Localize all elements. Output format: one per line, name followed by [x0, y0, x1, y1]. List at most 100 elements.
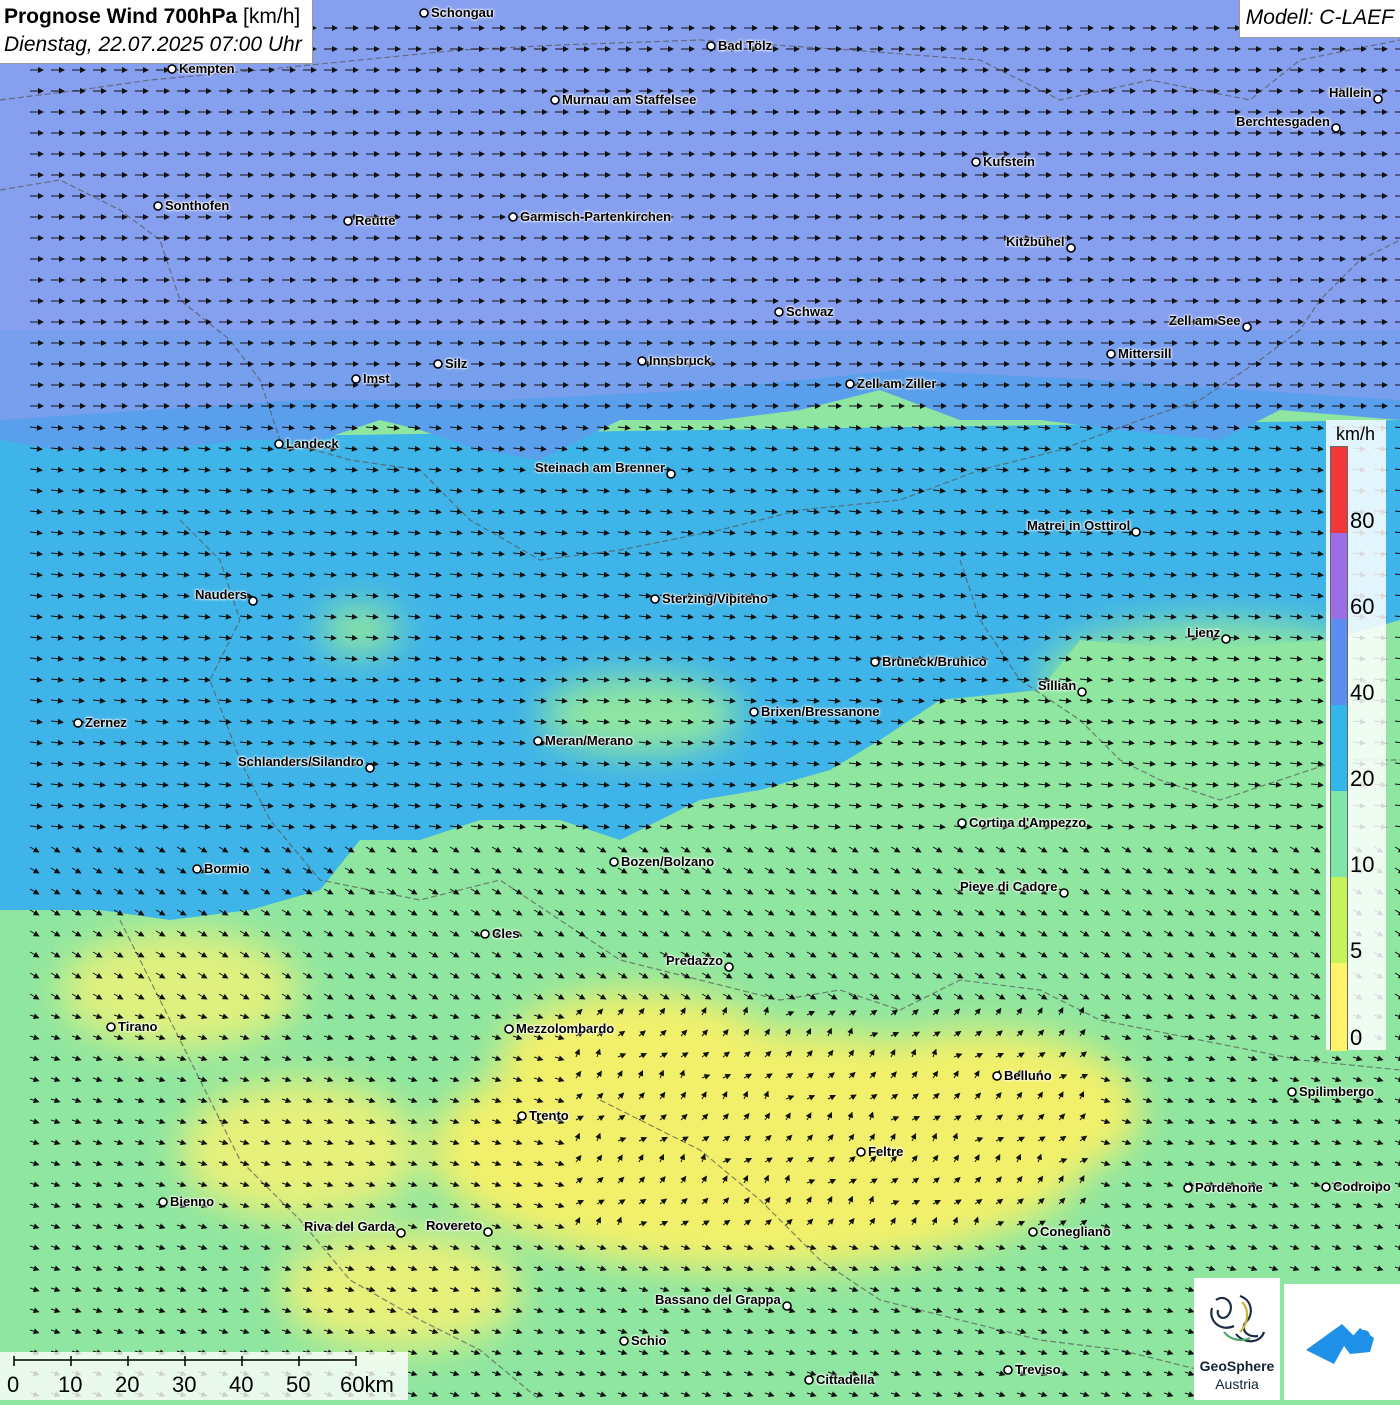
city-label-predazzo: Predazzo — [666, 953, 724, 968]
scale-label-40: 40 — [229, 1372, 254, 1397]
forecast-datetime: Dienstag, 22.07.2025 07:00 Uhr — [4, 33, 302, 56]
legend-tick-5: 5 — [1350, 938, 1363, 963]
city-marker-pieve-di-cadore — [1059, 888, 1069, 898]
city-marker-kempten — [167, 64, 177, 74]
city-label-lienz: Lienz — [1187, 625, 1221, 640]
city-label-hallein: Hallein — [1329, 85, 1372, 100]
legend-segment-40 — [1331, 619, 1347, 705]
city-label-nauders: Nauders — [195, 587, 248, 602]
city-marker-cittadella — [804, 1375, 814, 1385]
city-marker-rovereto — [483, 1227, 493, 1237]
city-marker-meran-merano — [533, 736, 543, 746]
legend-tick-40: 40 — [1350, 680, 1375, 705]
scale-label-30: 30 — [172, 1372, 197, 1397]
city-marker-zernez — [73, 718, 83, 728]
city-marker-kufstein — [971, 157, 981, 167]
city-marker-bozen-bolzano — [609, 857, 619, 867]
city-label-imst: Imst — [363, 371, 390, 386]
city-label-sonthofen: Sonthofen — [165, 198, 230, 213]
color-legend: km/h 80 60 40 20 10 5 0 — [1326, 420, 1386, 1051]
city-label-treviso: Treviso — [1015, 1362, 1061, 1377]
legend-color-bar — [1330, 446, 1348, 1051]
app-logo-icon — [1306, 1324, 1374, 1364]
city-marker-lienz — [1221, 634, 1231, 644]
city-label-bienno: Bienno — [170, 1194, 215, 1209]
city-label-sillian: Sillian — [1038, 678, 1077, 693]
city-marker-trento — [517, 1111, 527, 1121]
city-label-kitzbu-hel: Kitzbühel — [1006, 234, 1065, 249]
geosphere-logo-icon — [1210, 1294, 1266, 1343]
legend-tick-60: 60 — [1350, 594, 1375, 619]
city-marker-innsbruck — [637, 356, 647, 366]
city-marker-schongau — [419, 8, 429, 18]
city-marker-tirano — [106, 1022, 116, 1032]
geosphere-logo: GeoSphere Austria — [1194, 1278, 1280, 1400]
city-marker-riva-del-garda — [396, 1228, 406, 1238]
legend-segment-10 — [1331, 791, 1347, 877]
legend-segment-5 — [1331, 877, 1347, 963]
legend-segment-0 — [1331, 963, 1347, 1051]
legend-segment-20 — [1331, 705, 1347, 791]
city-marker-bad-to-lz — [706, 41, 716, 51]
city-label-rovereto: Rovereto — [426, 1218, 483, 1233]
city-label-bozen-bolzano: Bozen/Bolzano — [621, 854, 715, 869]
city-marker-landeck — [274, 439, 284, 449]
legend-tick-10: 10 — [1350, 852, 1375, 877]
city-marker-sterzing-vipiteno — [650, 594, 660, 604]
city-label-pordenone: Pordenone — [1195, 1180, 1263, 1195]
city-label-silz: Silz — [445, 356, 468, 371]
city-label-cittadella: Cittadella — [816, 1372, 875, 1387]
model-label: Modell: C-LAEF — [1238, 0, 1400, 38]
city-marker-mittersill — [1106, 349, 1116, 359]
city-marker-bassano-del-grappa — [782, 1301, 792, 1311]
city-label-schongau: Schongau — [431, 5, 494, 20]
legend-tick-0: 0 — [1350, 1025, 1363, 1050]
scale-label-50: 50 — [286, 1372, 311, 1397]
city-label-zernez: Zernez — [85, 715, 127, 730]
legend-segment-80 — [1331, 447, 1347, 533]
city-label-meran-merano: Meran/Merano — [545, 733, 634, 748]
city-marker-cles — [480, 929, 490, 939]
city-label-bassano-del-grappa: Bassano del Grappa — [655, 1292, 781, 1307]
city-label-landeck: Landeck — [286, 436, 339, 451]
city-marker-matrei-in-osttirol — [1131, 527, 1141, 537]
legend-tick-80: 80 — [1350, 508, 1375, 533]
city-marker-zell-am-see — [1242, 322, 1252, 332]
city-label-feltre: Feltre — [868, 1144, 904, 1159]
geosphere-logo-country: Austria — [1215, 1376, 1259, 1392]
city-marker-schlanders-silandro — [365, 763, 375, 773]
map-title: Prognose Wind 700hPa — [4, 5, 238, 28]
city-label-reutte: Reutte — [355, 213, 396, 228]
city-marker-codroipo — [1321, 1182, 1331, 1192]
city-marker-reutte — [343, 216, 353, 226]
city-marker-bruneck-brunico — [870, 657, 880, 667]
city-marker-kitzbu-hel — [1066, 243, 1076, 253]
city-marker-berchtesgaden — [1331, 123, 1341, 133]
city-label-mezzolombardo: Mezzolombardo — [516, 1021, 615, 1036]
city-label-garmisch-partenkirchen: Garmisch-Partenkirchen — [520, 209, 672, 224]
city-label-schwaz: Schwaz — [786, 304, 834, 319]
city-label-trento: Trento — [529, 1108, 569, 1123]
city-marker-sillian — [1077, 687, 1087, 697]
map-title-unit: [km/h] — [243, 5, 301, 28]
city-label-bruneck-brunico: Bruneck/Brunico — [882, 654, 987, 669]
city-label-kufstein: Kufstein — [983, 154, 1035, 169]
city-marker-garmisch-partenkirchen — [508, 212, 518, 222]
legend-tick-20: 20 — [1350, 766, 1375, 791]
city-label-bormio: Bormio — [204, 861, 250, 876]
city-marker-brixen-bressanone — [749, 707, 759, 717]
app-logo — [1284, 1284, 1400, 1400]
city-label-pieve-di-cadore: Pieve di Cadore — [960, 879, 1058, 894]
city-marker-nauders — [248, 596, 258, 606]
geosphere-logo-name: GeoSphere — [1199, 1358, 1275, 1374]
city-label-belluno: Belluno — [1004, 1068, 1052, 1083]
city-label-murnau-am-staffelsee: Murnau am Staffelsee — [562, 92, 697, 107]
city-marker-hallein — [1373, 94, 1383, 104]
city-marker-cortina-d-ampezzo — [957, 818, 967, 828]
city-label-conegliano: Conegliano — [1040, 1224, 1111, 1239]
city-marker-belluno — [992, 1071, 1002, 1081]
legend-unit: km/h — [1336, 424, 1376, 444]
city-marker-imst — [351, 374, 361, 384]
city-label-schlanders-silandro: Schlanders/Silandro — [238, 754, 364, 769]
city-label-schio: Schio — [631, 1333, 667, 1348]
